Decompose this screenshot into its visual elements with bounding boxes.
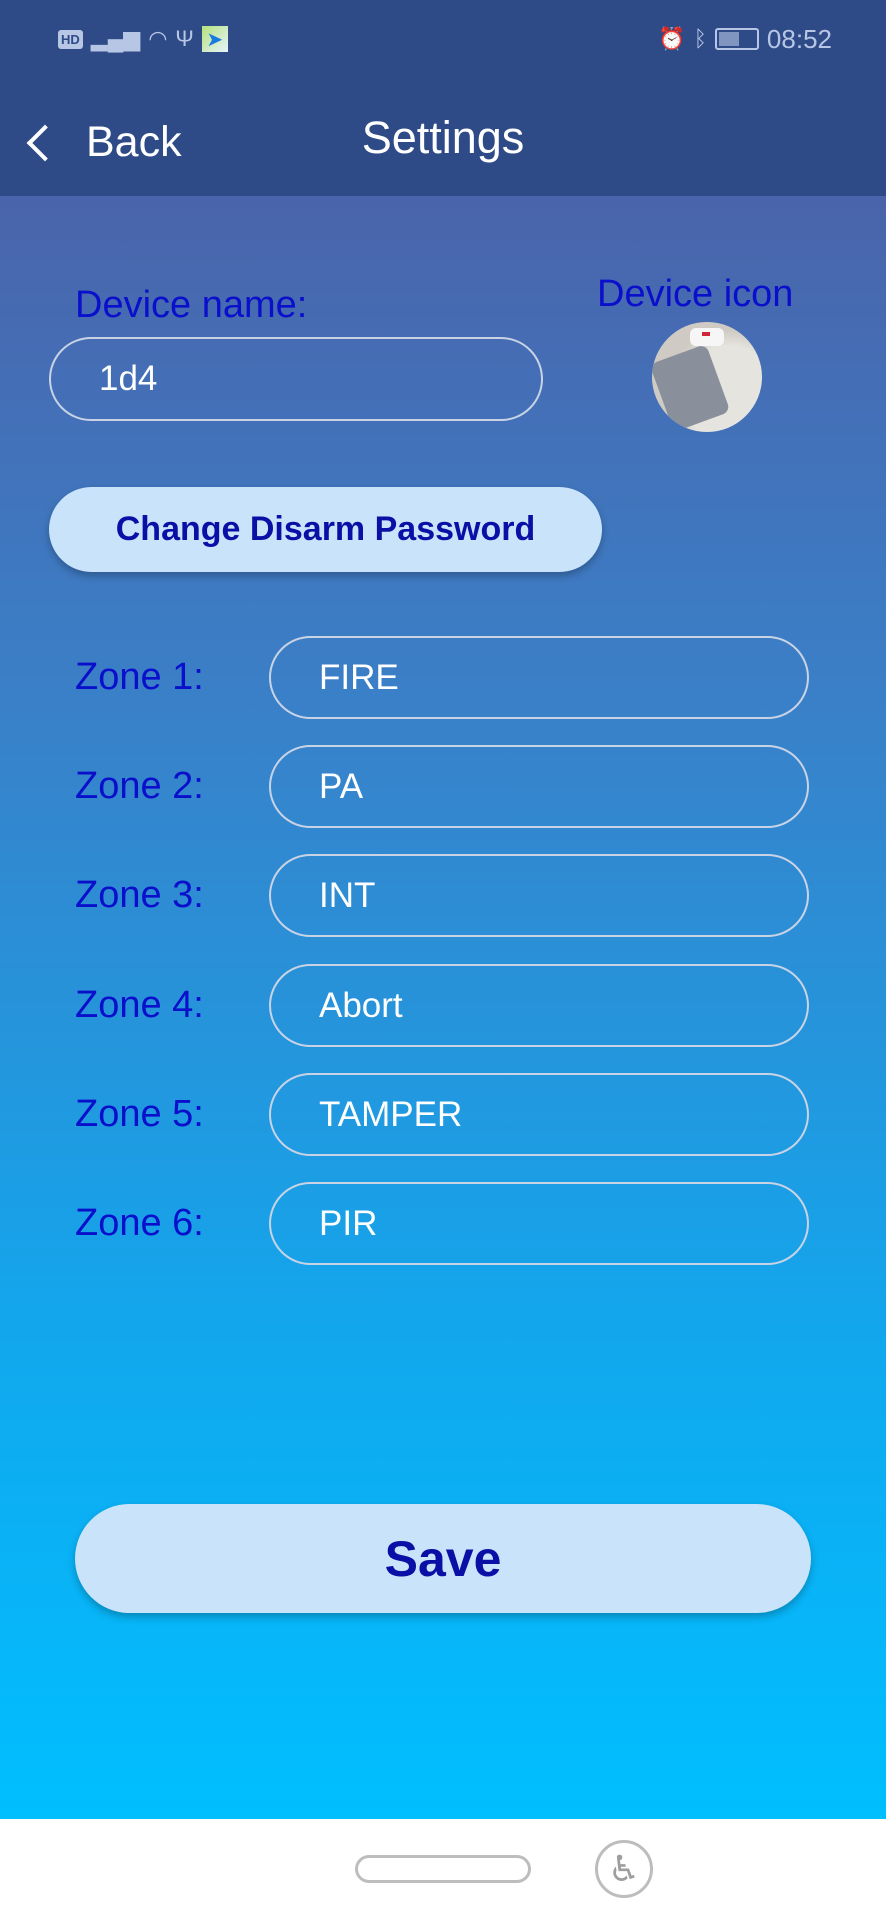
accessibility-icon[interactable]: ♿︎: [595, 1840, 653, 1898]
zone-label: Zone 3:: [75, 874, 204, 916]
app-header: HD ▂▄▆ ◠ Ψ ➤ ⏰ ᛒ 08:52 Back Settings: [0, 0, 886, 196]
home-gesture-bar[interactable]: [355, 1855, 531, 1883]
zone-input[interactable]: PIR: [269, 1182, 809, 1265]
zone-label: Zone 5:: [75, 1093, 204, 1135]
status-time: 08:52: [766, 23, 832, 54]
4g-signal-icon: ▂▄▆: [90, 26, 141, 51]
zone-input[interactable]: INT: [269, 854, 809, 937]
app-notification-icon: ➤: [201, 26, 228, 52]
hd-icon: HD: [58, 29, 83, 49]
battery-charging-icon: [714, 28, 759, 50]
zone-label: Zone 4:: [75, 984, 204, 1026]
system-navigation-bar: ♿︎: [0, 1819, 886, 1920]
device-name-label: Device name:: [75, 284, 308, 326]
device-name-input[interactable]: 1d4: [49, 337, 543, 421]
save-button[interactable]: Save: [75, 1504, 811, 1613]
zone-label: Zone 1:: [75, 656, 204, 698]
bluetooth-icon: ᛒ: [693, 26, 707, 51]
zone-input[interactable]: FIRE: [269, 636, 809, 719]
zone-input[interactable]: Abort: [269, 964, 809, 1047]
status-bar-left: HD ▂▄▆ ◠ Ψ ➤: [58, 24, 228, 54]
usb-icon: Ψ: [175, 26, 194, 51]
alarm-icon: ⏰: [658, 26, 686, 51]
status-bar-right: ⏰ ᛒ 08:52: [658, 24, 832, 54]
device-icon-label: Device icon: [597, 273, 794, 315]
zone-label: Zone 6:: [75, 1202, 204, 1244]
zone-input[interactable]: TAMPER: [269, 1073, 809, 1156]
zone-input[interactable]: PA: [269, 745, 809, 828]
page-title: Settings: [361, 112, 525, 163]
change-disarm-password-button[interactable]: Change Disarm Password: [49, 487, 602, 572]
zone-label: Zone 2:: [75, 765, 204, 807]
wifi-icon: ◠: [148, 26, 168, 51]
device-icon-image[interactable]: [652, 322, 762, 432]
